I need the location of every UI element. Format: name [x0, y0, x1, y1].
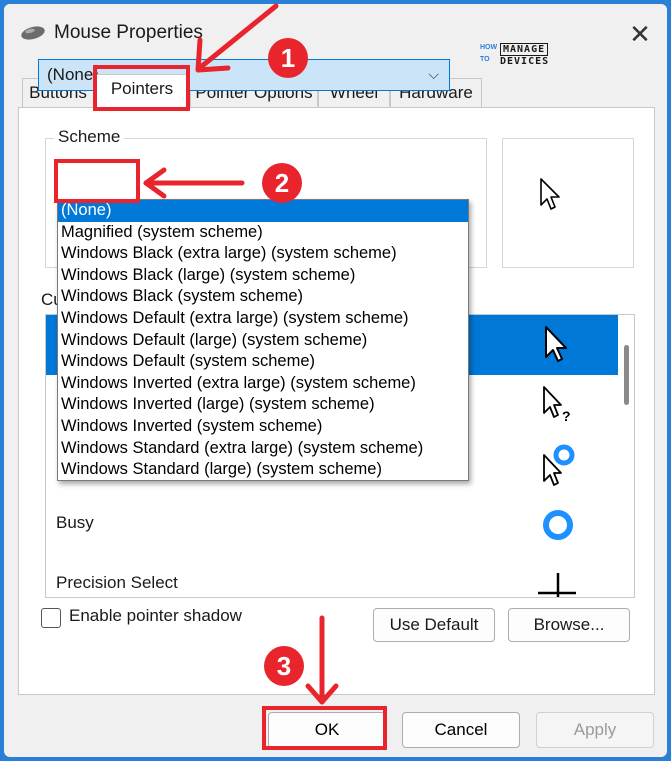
scheme-option[interactable]: Windows Inverted (large) (system scheme)	[58, 394, 468, 416]
cursor-row[interactable]: Precision Select	[46, 555, 618, 597]
use-default-button[interactable]: Use Default	[373, 608, 495, 642]
arrow-cursor-icon	[545, 326, 567, 362]
step-badge-3: 3	[264, 646, 304, 686]
scheme-label: Scheme	[54, 127, 125, 147]
brand-logo: HOW TO MANAGE DEVICES	[480, 42, 570, 70]
scheme-option[interactable]: Windows Standard (large) (system scheme)	[58, 459, 468, 480]
highlight-ok-button	[262, 706, 387, 750]
preview-arrow-icon	[540, 178, 560, 210]
svg-text:?: ?	[562, 408, 571, 424]
highlight-pointers-tab	[93, 65, 190, 111]
scheme-selected-value: (None)	[47, 65, 99, 84]
scheme-option[interactable]: Windows Inverted (extra large) (system s…	[58, 373, 468, 395]
scheme-option[interactable]: Windows Default (extra large) (system sc…	[58, 308, 468, 330]
brand-to: TO	[480, 56, 490, 63]
highlight-scheme-value	[54, 159, 140, 203]
chevron-down-icon[interactable]: ⌵	[428, 66, 439, 83]
cursor-row-label: Precision Select	[56, 573, 178, 592]
mouse-icon	[21, 26, 45, 40]
arrow-to-scheme-icon	[143, 167, 245, 199]
scheme-option[interactable]: Windows Inverted (system scheme)	[58, 416, 468, 438]
busy-ring-icon	[543, 510, 573, 540]
scheme-option[interactable]: Magnified (system scheme)	[58, 222, 468, 244]
cursor-row-label: Busy	[56, 513, 94, 532]
brand-devices: DEVICES	[500, 56, 550, 67]
scroll-thumb[interactable]	[624, 345, 629, 405]
scheme-option[interactable]: Windows Black (system scheme)	[58, 286, 468, 308]
step-badge-2: 2	[262, 163, 302, 203]
scheme-option[interactable]: Windows Default (large) (system scheme)	[58, 330, 468, 352]
cancel-button[interactable]: Cancel	[402, 712, 520, 748]
crosshair-icon	[538, 573, 576, 597]
working-cursor-icon	[543, 444, 575, 486]
pointer-shadow-checkbox[interactable]	[41, 608, 61, 628]
close-button[interactable]: ✕	[618, 16, 662, 52]
pointer-shadow-label[interactable]: Enable pointer shadow	[69, 606, 242, 626]
step-badge-1: 1	[268, 38, 308, 78]
scheme-option[interactable]: Windows Default (system scheme)	[58, 351, 468, 373]
apply-button[interactable]: Apply	[536, 712, 654, 748]
scheme-option[interactable]: Windows Black (large) (system scheme)	[58, 265, 468, 287]
list-scrollbar[interactable]	[620, 315, 634, 597]
arrow-to-ok-icon	[305, 615, 339, 705]
scheme-option[interactable]: Windows Black (extra large) (system sche…	[58, 243, 468, 265]
brand-how: HOW	[480, 44, 498, 51]
scheme-option[interactable]: Windows Standard (extra large) (system s…	[58, 438, 468, 460]
scheme-options-list[interactable]: (None) Magnified (system scheme) Windows…	[57, 199, 469, 481]
brand-manage: MANAGE	[500, 43, 549, 56]
help-cursor-icon: ?	[543, 386, 571, 424]
browse-button[interactable]: Browse...	[508, 608, 630, 642]
pointer-preview	[502, 138, 634, 268]
cursor-row[interactable]: Busy	[46, 495, 618, 555]
scheme-option[interactable]: (None)	[58, 200, 468, 222]
